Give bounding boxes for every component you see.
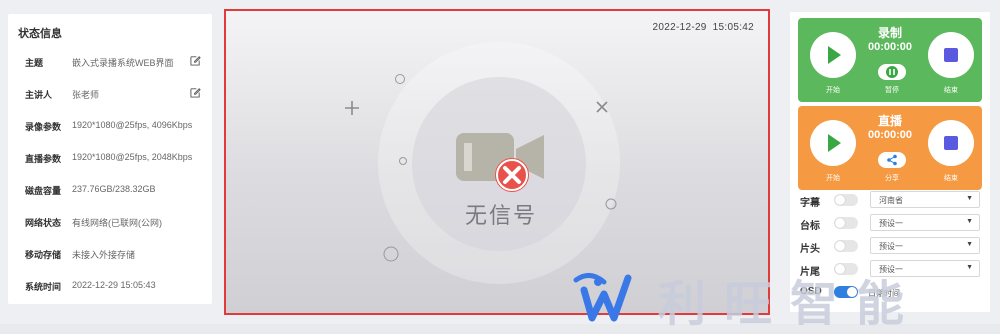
control-label: 片尾 [800, 267, 820, 278]
live-start-label: 开始 [826, 175, 840, 182]
stop-icon [944, 136, 958, 150]
chevron-down-icon: ▼ [966, 241, 973, 248]
outro-toggle[interactable] [834, 263, 858, 275]
outro-select[interactable]: 预设一 ▼ [870, 260, 980, 277]
status-key: 网络状态 [25, 218, 62, 228]
subtitle-control: 字幕 河南省 ▼ [800, 190, 984, 210]
status-row-live-params: 直播参数 1920*1080@25fps, 2048Kbps [25, 150, 210, 166]
camera-off-icon [456, 133, 544, 192]
play-icon [828, 134, 841, 152]
select-value: 预设一 [879, 219, 903, 228]
logo-toggle[interactable] [834, 217, 858, 229]
chevron-down-icon: ▼ [966, 195, 973, 202]
select-value: 预设一 [879, 242, 903, 251]
record-pause-button[interactable] [878, 64, 906, 80]
status-row-storage: 移动存储 未接入外接存储 [25, 246, 210, 262]
record-start-label: 开始 [826, 87, 840, 94]
edit-icon[interactable] [190, 87, 201, 98]
live-share-label: 分享 [885, 175, 899, 182]
select-value: 预设一 [879, 265, 903, 274]
stop-icon [944, 48, 958, 62]
status-panel: 状态信息 主题 嵌入式录播系统WEB界面 主讲人 张老师 录像参数 1920*1… [8, 14, 212, 304]
small-circle-icon [383, 246, 399, 262]
osd-control: OSD 日期时间 [800, 282, 984, 302]
chevron-down-icon: ▼ [966, 264, 973, 271]
video-timestamp: 2022-12-29 15:05:42 [647, 22, 754, 33]
live-card: 直播 00:00:00 开始 分享 结束 [798, 106, 982, 190]
plus-icon [345, 101, 359, 115]
status-key: 直播参数 [25, 154, 62, 164]
status-row-disk: 磁盘容量 237.76GB/238.32GB [25, 182, 210, 198]
osd-toggle[interactable] [834, 286, 858, 298]
video-date: 2022-12-29 [652, 22, 707, 33]
status-value: 张老师 [72, 90, 100, 100]
control-label: 字幕 [800, 198, 820, 209]
status-row-speaker: 主讲人 张老师 [25, 86, 210, 102]
control-panel: 录制 00:00:00 开始 暂停 结束 直播 00:00:00 开始 分享 结… [790, 12, 990, 312]
status-row-topic: 主题 嵌入式录播系统WEB界面 [25, 54, 210, 70]
status-key: 磁盘容量 [25, 186, 62, 196]
status-row-network: 网络状态 有线网络(已联网(公网) [25, 214, 210, 230]
logo-control: 台标 预设一 ▼ [800, 213, 984, 233]
record-card: 录制 00:00:00 开始 暂停 结束 [798, 18, 982, 102]
record-stop-label: 结束 [944, 87, 958, 94]
control-label: OSD [800, 286, 822, 297]
intro-toggle[interactable] [834, 240, 858, 252]
video-time: 15:05:42 [712, 22, 754, 33]
small-circle-icon [395, 74, 405, 84]
small-circle-icon [605, 198, 617, 210]
play-icon [828, 46, 841, 64]
intro-select[interactable]: 预设一 ▼ [870, 237, 980, 254]
select-value: 河南省 [879, 196, 903, 205]
osd-value: 日期时间 [868, 289, 900, 298]
intro-control: 片头 预设一 ▼ [800, 236, 984, 256]
app-frame: 状态信息 主题 嵌入式录播系统WEB界面 主讲人 张老师 录像参数 1920*1… [0, 0, 1000, 331]
live-stop-button[interactable] [928, 120, 974, 166]
record-start-button[interactable] [810, 32, 856, 78]
status-value: 嵌入式录播系统WEB界面 [72, 58, 174, 68]
control-label: 台标 [800, 221, 820, 232]
status-panel-title: 状态信息 [18, 28, 62, 40]
pause-icon [886, 66, 898, 78]
status-key: 系统时间 [25, 282, 62, 292]
status-value: 1920*1080@25fps, 2048Kbps [72, 152, 193, 162]
chevron-down-icon: ▼ [966, 218, 973, 225]
status-key: 录像参数 [25, 122, 62, 132]
control-label: 片头 [800, 244, 820, 255]
share-icon [887, 154, 897, 166]
video-preview[interactable]: 2022-12-29 15:05:42 无信号 [224, 9, 770, 315]
status-key: 移动存储 [25, 250, 62, 260]
status-row-system-time: 系统时间 2022-12-29 15:05:43 [25, 278, 210, 294]
live-start-button[interactable] [810, 120, 856, 166]
record-pause-label: 暂停 [885, 87, 899, 94]
status-value: 237.76GB/238.32GB [72, 184, 156, 194]
status-key: 主讲人 [25, 90, 53, 100]
no-signal-label: 无信号 [464, 203, 537, 228]
outro-control: 片尾 预设一 ▼ [800, 259, 984, 279]
subtitle-select[interactable]: 河南省 ▼ [870, 191, 980, 208]
cross-icon [596, 101, 608, 113]
status-value: 有线网络(已联网(公网) [72, 218, 162, 228]
live-stop-label: 结束 [944, 175, 958, 182]
edit-icon[interactable] [190, 55, 201, 66]
small-circle-icon [399, 157, 407, 165]
record-stop-button[interactable] [928, 32, 974, 78]
status-key: 主题 [25, 58, 44, 68]
logo-select[interactable]: 预设一 ▼ [870, 214, 980, 231]
status-value: 2022-12-29 15:05:43 [72, 280, 156, 290]
subtitle-toggle[interactable] [834, 194, 858, 206]
status-row-record-params: 录像参数 1920*1080@25fps, 4096Kbps [25, 118, 210, 134]
live-share-button[interactable] [878, 152, 906, 168]
status-value: 未接入外接存储 [72, 250, 136, 260]
status-value: 1920*1080@25fps, 4096Kbps [72, 120, 193, 130]
